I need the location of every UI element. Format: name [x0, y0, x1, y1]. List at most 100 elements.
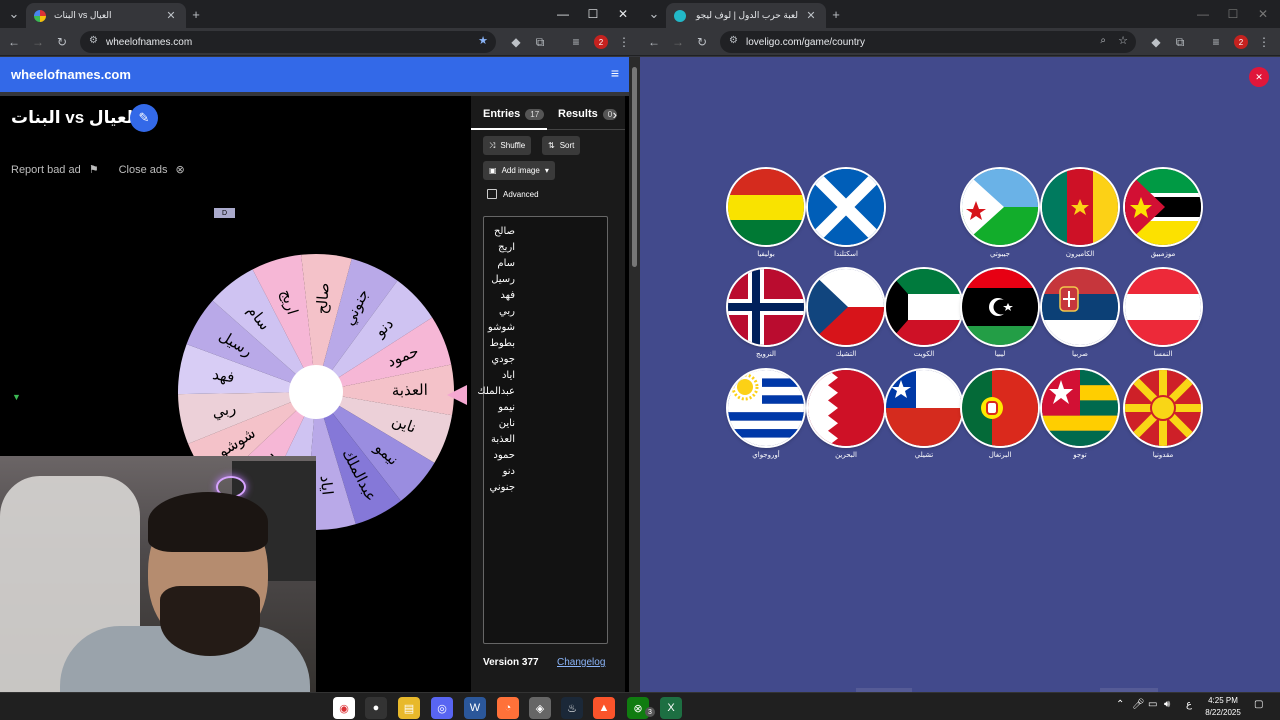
notification-icon[interactable]: ▢ [1254, 699, 1263, 710]
discord-icon[interactable]: ◎ [431, 697, 453, 719]
flag-austria[interactable] [1125, 269, 1201, 345]
close-tab-icon[interactable]: ✕ [164, 9, 178, 22]
extension-diamond-icon-right[interactable]: ◆ [1146, 32, 1166, 52]
flag-norway[interactable] [728, 269, 804, 345]
hamburger-menu-icon[interactable]: ≡ [611, 65, 619, 81]
network-icon[interactable]: ▭ [1148, 699, 1157, 710]
reading-list-icon[interactable]: ≡ [566, 32, 586, 52]
flag-togo[interactable] [1042, 370, 1118, 446]
advanced-toggle[interactable]: Advanced [487, 189, 539, 199]
extensions-puzzle-icon-right[interactable]: ⧉ [1170, 32, 1190, 52]
extension-badge[interactable]: 2 [594, 35, 608, 49]
site-info-icon-right[interactable]: ⚙ [729, 35, 738, 46]
microphone-icon[interactable]: 🎤︎ [1132, 699, 1145, 710]
firefox-icon[interactable]: ◔ [497, 697, 519, 719]
maximize-button[interactable]: ☐ [578, 0, 608, 28]
minimize-button[interactable]: — [548, 0, 578, 28]
left-address-bar[interactable]: ⚙ wheelofnames.com ★ [80, 31, 496, 53]
won-logo[interactable]: wheelofnames.com [11, 67, 131, 82]
tab-entries[interactable]: Entries 17 [483, 108, 545, 120]
sort-button[interactable]: ⇅ Sort [542, 136, 581, 155]
right-address-bar[interactable]: ⚙ loveligo.com/game/country ⌕ ☆ [720, 31, 1136, 53]
flag-libya[interactable] [962, 269, 1038, 345]
flag-portugal[interactable] [962, 370, 1038, 446]
brave-icon[interactable]: ▲ [593, 697, 615, 719]
tab-search-icon-right[interactable]: ⌄ [644, 4, 664, 24]
chrome-menu-icon-right[interactable]: ⋮ [1254, 32, 1274, 52]
extension-diamond-icon[interactable]: ◆ [506, 32, 526, 52]
clock-date: 8/22/2025 [1205, 708, 1241, 717]
tab-results[interactable]: Results 0 [558, 108, 618, 120]
ad-links: Report bad ad ⚑ Close ads ⊗ [11, 163, 185, 177]
ad-choices-tag[interactable]: D [214, 208, 235, 218]
reload-icon-right[interactable]: ↻ [692, 32, 712, 52]
sort-icon: ⇅ [548, 141, 555, 150]
extensions-puzzle-icon[interactable]: ⧉ [530, 32, 550, 52]
entry-line: اريج [498, 242, 515, 253]
flag-uruguay[interactable] [728, 370, 804, 446]
flag-mozambique[interactable] [1125, 169, 1201, 245]
forward-arrow-icon[interactable]: → [28, 32, 48, 52]
wheel-favicon-icon [34, 9, 46, 22]
wheel-center-button[interactable] [289, 365, 343, 419]
file-explorer-icon[interactable]: ▤ [398, 697, 420, 719]
chrome-menu-icon[interactable]: ⋮ [614, 32, 634, 52]
edit-title-button[interactable]: ✎ [130, 104, 158, 132]
word-icon[interactable]: W [464, 697, 486, 719]
maximize-button-right[interactable]: ☐ [1218, 0, 1248, 28]
zoom-icon[interactable]: ⌕ [1100, 35, 1106, 46]
flag-chile[interactable] [886, 370, 962, 446]
flag-macedonia[interactable] [1125, 370, 1201, 446]
back-arrow-icon[interactable]: ← [4, 32, 24, 52]
close-window-button[interactable]: ✕ [608, 0, 638, 28]
tab-search-icon[interactable]: ⌄ [4, 4, 24, 24]
obs-icon[interactable]: ● [365, 697, 387, 719]
game-icon[interactable]: ◈ [529, 697, 551, 719]
language-indicator[interactable]: ع [1186, 699, 1192, 710]
wheel-label: اياد [317, 475, 337, 496]
left-active-tab[interactable]: العيال vs البنات ✕ [26, 3, 186, 28]
new-tab-button-right[interactable]: + [826, 4, 846, 24]
reload-icon[interactable]: ↻ [52, 32, 72, 52]
back-arrow-icon-right[interactable]: ← [644, 32, 664, 52]
tray-chevron-icon[interactable]: ⌃ [1116, 699, 1124, 710]
scrollbar-thumb[interactable] [632, 67, 637, 267]
shuffle-button[interactable]: ⤨ Shuffle [483, 136, 532, 155]
bookmark-star-icon-right[interactable]: ☆ [1118, 34, 1128, 47]
flag-czech[interactable] [808, 269, 884, 345]
close-game-button[interactable]: ✕ [1249, 67, 1269, 87]
close-window-button-right[interactable]: ✕ [1248, 0, 1278, 28]
flag-name-label: ليبيا [994, 351, 1006, 358]
excel-icon[interactable]: X [660, 697, 682, 719]
flag-kuwait[interactable] [886, 269, 962, 345]
chevron-right-icon[interactable]: › [613, 107, 617, 122]
right-active-tab[interactable]: لعبة حرب الدول | لوف ليجو يوفر ✕ [666, 3, 826, 28]
volume-icon[interactable]: 🔊︎ [1164, 699, 1170, 710]
close-tab-icon-right[interactable]: ✕ [804, 9, 818, 22]
forward-arrow-icon-right[interactable]: → [668, 32, 688, 52]
page-scrollbar[interactable] [629, 57, 640, 692]
flag-bahrain[interactable] [808, 370, 884, 446]
changelog-link[interactable]: Changelog [557, 657, 605, 668]
site-info-icon[interactable]: ⚙ [89, 35, 98, 46]
flag-cameroon[interactable] [1042, 169, 1118, 245]
flag-djibouti[interactable] [962, 169, 1038, 245]
reading-list-icon-right[interactable]: ≡ [1206, 32, 1226, 52]
entries-textarea[interactable]: صالح اريج سام رسيل فهد ربي شوشو بطوط جودي اياد عبد… [477, 216, 608, 644]
steam-icon[interactable]: ♨ [561, 697, 583, 719]
flag-scotland[interactable] [808, 169, 884, 245]
extension-badge-right[interactable]: 2 [1234, 35, 1248, 49]
report-bad-ad-link[interactable]: Report bad ad [11, 164, 81, 176]
close-circle-icon[interactable]: ⊗ [176, 163, 185, 176]
taskbar-clock[interactable]: 4:25 PM 8/22/2025 [1196, 695, 1250, 719]
new-tab-button[interactable]: + [186, 4, 206, 24]
bookmark-star-icon[interactable]: ★ [478, 34, 488, 47]
minimize-button-right[interactable]: — [1188, 0, 1218, 28]
add-image-button[interactable]: ▣ Add image ▾ [483, 161, 555, 180]
flag-bolivia[interactable] [728, 169, 804, 245]
advanced-checkbox[interactable] [487, 189, 497, 199]
chrome-icon[interactable]: ◉ [333, 697, 355, 719]
close-ads-link[interactable]: Close ads [119, 164, 168, 176]
flag-serbia[interactable] [1042, 269, 1118, 345]
entry-line: ربي [499, 306, 515, 317]
